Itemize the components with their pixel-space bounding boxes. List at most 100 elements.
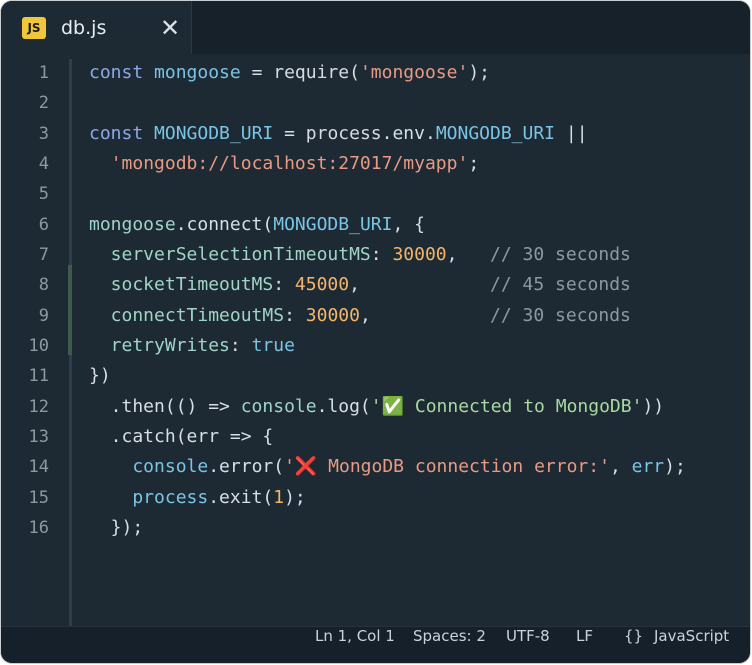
code-token: , [609,456,632,478]
code-line[interactable]: 14 console.error('❌ MongoDB connection e… [1,452,750,482]
code-line[interactable]: 8 socketTimeoutMS: 45000, // 45 seconds [1,270,750,300]
encoding-setting[interactable]: UTF-8 [506,627,550,663]
code-text: .then(() => console.log('✅ Connected to … [89,392,664,422]
braces-icon: {} [624,627,644,645]
code-token: '✅ Connected to MongoDB' [370,395,643,417]
code-text: }); [89,513,144,543]
code-text: retryWrites: true [89,331,295,361]
line-number: 14 [28,457,49,478]
code-token: => { [219,426,274,448]
code-token: .log( [316,395,371,417]
code-token: 30000 [392,244,447,266]
code-text: console.error('❌ MongoDB connection erro… [89,452,686,482]
line-number: 8 [38,275,49,296]
line-number: 13 [28,427,49,448]
indentation-setting[interactable]: Spaces: 2 [413,627,486,663]
code-line[interactable]: 12 .then(() => console.log('✅ Connected … [1,392,750,422]
code-line[interactable]: 10 retryWrites: true [1,331,750,361]
code-token: , [359,304,490,326]
code-token: : [273,274,295,296]
code-line[interactable]: 2 [1,88,750,118]
code-token: , [349,274,490,296]
code-text: socketTimeoutMS: 45000, // 45 seconds [89,270,631,300]
code-token: || [555,122,588,144]
code-line[interactable]: 13 .catch(err => { [1,422,750,452]
status-bar: Ln 1, Col 1 Spaces: 2 UTF-8 LF {} JavaSc… [1,626,750,663]
code-token: // 30 seconds [490,304,631,326]
code-token: serverSelectionTimeoutMS [89,244,371,266]
code-token: }) [89,365,111,387]
code-token: const [89,62,155,83]
tab-db-js[interactable]: JS db.js ✕ [1,1,192,54]
code-token: socketTimeoutMS [89,274,274,296]
code-token: process [89,486,209,508]
code-token: , [446,244,490,266]
code-token: )) [642,395,665,417]
code-line[interactable]: 6 mongoose.connect(MONGODB_URI, { [1,210,750,240]
code-token: .connect( [175,213,274,235]
code-token: err [631,456,665,478]
code-token: '❌ MongoDB connection error:' [284,456,610,478]
code-text: 'mongodb://localhost:27017/myapp'; [89,149,479,179]
code-token: mongoose [89,213,176,235]
code-token: console [240,395,317,417]
code-line[interactable]: 4 'mongodb://localhost:27017/myapp'; [1,149,750,179]
code-token: : [284,304,306,326]
line-number: 16 [28,518,49,539]
code-token: ( [349,62,360,83]
code-token: true [251,335,295,357]
code-line[interactable]: 5 [1,179,750,209]
close-icon[interactable]: ✕ [158,14,182,42]
line-number: 11 [28,366,49,387]
javascript-file-icon: JS [22,17,46,39]
code-line[interactable]: 16 }); [1,513,750,543]
code-token: mongoose [154,62,241,83]
code-token: // 30 seconds [490,244,631,266]
code-token: }); [89,517,144,539]
code-token: process [305,122,382,144]
code-line[interactable]: 1 const mongoose = require('mongoose'); [1,58,750,88]
code-token: .exit( [208,486,274,508]
code-token: MONGODB_URI [435,122,556,144]
line-number: 9 [38,305,49,326]
code-token: retryWrites [89,335,230,357]
line-ending-setting[interactable]: LF [576,627,593,663]
code-token: 'mongodb://localhost:27017/myapp' [110,153,469,175]
code-token: 45000 [294,274,350,296]
code-token: MONGODB_URI [273,213,393,235]
code-token: connectTimeoutMS [89,304,285,326]
code-text: mongoose.connect(MONGODB_URI, { [89,210,425,240]
code-line[interactable]: 3 const MONGODB_URI = process.env.MONGODB… [1,119,750,149]
code-token: ); [664,456,686,478]
code-text: connectTimeoutMS: 30000, // 30 seconds [89,301,631,331]
code-token: 'mongoose' [359,62,469,83]
code-token: require [273,62,350,83]
line-number: 5 [38,184,49,205]
code-token: ); [284,486,306,508]
code-line[interactable]: 11}) [1,361,750,391]
code-token: err [186,426,220,448]
code-token: 30000 [305,304,360,326]
code-token: .env. [381,122,436,144]
code-token: = [240,62,274,83]
code-line[interactable]: 9 connectTimeoutMS: 30000, // 30 seconds [1,301,750,331]
line-number: 1 [38,63,49,83]
code-line[interactable]: 15 process.exit(1); [1,483,750,513]
code-token: console [89,456,209,478]
code-text: process.exit(1); [89,483,306,513]
code-token: , { [392,213,425,235]
line-number: 7 [38,245,49,266]
line-number: 15 [28,487,49,508]
code-token: // 45 seconds [490,274,631,296]
cursor-position[interactable]: Ln 1, Col 1 [315,627,395,663]
code-text: const mongoose = require('mongoose'); [89,58,490,88]
code-token: .catch( [89,426,187,448]
language-mode[interactable]: JavaScript [654,627,729,663]
code-token: .then(() => [89,395,241,417]
line-number: 2 [38,93,49,114]
code-token: ); [468,62,491,83]
code-line[interactable]: 7 serverSelectionTimeoutMS: 30000, // 30… [1,240,750,270]
line-number: 4 [38,154,49,175]
code-editor[interactable]: 1 const mongoose = require('mongoose'); 2 3… [1,58,750,544]
